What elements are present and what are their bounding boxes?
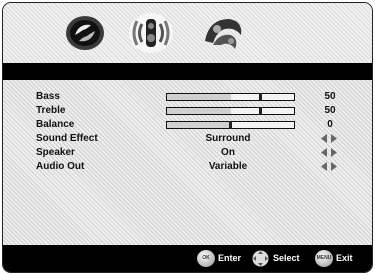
menu-label: Treble — [36, 105, 66, 116]
left-right-arrows-icon[interactable] — [321, 134, 337, 143]
menu-row-bass[interactable]: Bass 50 — [3, 90, 372, 103]
menu-value: On — [221, 147, 235, 158]
menu-label: Audio Out — [36, 161, 85, 172]
menu-label: Sound Effect — [36, 133, 98, 144]
menu-button-icon: MENU — [315, 250, 333, 267]
tab-bar — [3, 3, 372, 63]
slider-thumb[interactable] — [229, 121, 232, 129]
menu-title-bar — [3, 63, 372, 80]
speaker-icon — [129, 13, 173, 53]
menu-content: Bass 50 Treble 50 Balance 0 Sound Effect… — [3, 80, 372, 245]
slider-fill — [167, 108, 231, 114]
menu-value: Surround — [205, 133, 251, 144]
menu-label: Balance — [36, 119, 75, 130]
audio-settings-menu: Bass 50 Treble 50 Balance 0 Sound Effect… — [2, 2, 373, 273]
picture-icon — [66, 16, 104, 50]
left-right-arrows-icon[interactable] — [321, 148, 337, 157]
slider-thumb[interactable] — [259, 107, 262, 115]
treble-slider[interactable] — [166, 107, 295, 115]
select-hint: Select — [251, 250, 311, 267]
menu-label: Bass — [36, 91, 60, 102]
enter-hint: OK Enter — [197, 250, 245, 267]
menu-row-sound-effect[interactable]: Sound Effect Surround — [3, 132, 372, 145]
slider-thumb[interactable] — [259, 93, 262, 101]
tab-picture[interactable] — [61, 11, 109, 55]
menu-label: Speaker — [36, 147, 75, 158]
menu-value: 0 — [327, 119, 333, 130]
ok-button-icon: OK — [197, 250, 215, 267]
menu-row-speaker[interactable]: Speaker On — [3, 146, 372, 159]
menu-row-balance[interactable]: Balance 0 — [3, 118, 372, 131]
enter-label: Enter — [218, 253, 242, 263]
menu-row-treble[interactable]: Treble 50 — [3, 104, 372, 117]
exit-hint: MENU Exit — [315, 250, 363, 267]
footer-hint-bar: OK Enter Select MENU Exit — [3, 245, 372, 272]
exit-label: Exit — [336, 253, 353, 263]
menu-value: Variable — [208, 161, 248, 172]
bass-slider[interactable] — [166, 93, 295, 101]
slider-fill — [167, 94, 231, 100]
slider-fill — [167, 122, 231, 128]
balance-slider[interactable] — [166, 121, 295, 129]
menu-value: 50 — [324, 91, 336, 102]
tab-setup[interactable] — [199, 11, 247, 55]
select-label: Select — [273, 253, 300, 263]
menu-row-audio-out[interactable]: Audio Out Variable — [3, 160, 372, 173]
menu-value: 50 — [324, 105, 336, 116]
left-right-arrows-icon[interactable] — [321, 162, 337, 171]
tab-audio[interactable] — [127, 11, 175, 55]
dpad-icon — [251, 250, 270, 267]
setup-icon — [205, 19, 242, 49]
